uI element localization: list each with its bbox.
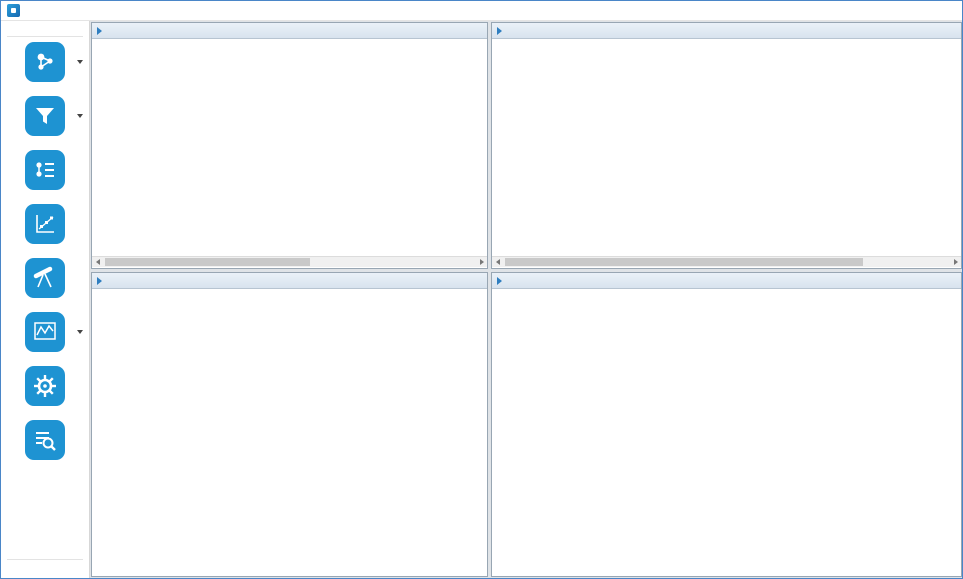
collapse-arrow-icon[interactable] xyxy=(97,27,102,35)
horizontal-scrollbar[interactable] xyxy=(492,256,961,267)
calibration-curve xyxy=(492,289,961,575)
tool-audit-trail[interactable] xyxy=(1,418,89,472)
collapse-arrow-icon[interactable] xyxy=(97,277,102,285)
app-icon xyxy=(7,4,20,17)
compound-info-panel xyxy=(91,272,488,577)
sidebar-bottom xyxy=(1,556,89,578)
sidebar xyxy=(1,21,90,578)
compound-info-icon xyxy=(25,150,65,190)
panel-header[interactable] xyxy=(492,23,961,39)
window-body xyxy=(1,21,962,578)
tool-compound-info[interactable] xyxy=(1,148,89,202)
chevron-down-icon[interactable] xyxy=(77,60,83,64)
panel-header[interactable] xyxy=(492,273,961,289)
horizontal-scrollbar[interactable] xyxy=(92,256,487,267)
chromatogram xyxy=(92,289,487,575)
tool-compound[interactable] xyxy=(1,40,89,94)
app-window xyxy=(0,0,963,579)
scroll-track[interactable] xyxy=(103,257,476,267)
chevron-down-icon[interactable] xyxy=(77,330,83,334)
qc-chart-icon xyxy=(25,312,65,352)
scroll-track[interactable] xyxy=(503,257,950,267)
gear-icon xyxy=(25,366,65,406)
chevron-down-icon[interactable] xyxy=(77,114,83,118)
tool-calibration-curve[interactable] xyxy=(1,202,89,256)
tool-settings[interactable] xyxy=(1,364,89,418)
window-controls xyxy=(872,1,962,20)
calibration-curve-panel xyxy=(491,272,962,577)
main-area xyxy=(90,21,962,578)
quant-results-panel xyxy=(491,22,962,269)
molecule-icon xyxy=(25,42,65,82)
panel-header[interactable] xyxy=(92,23,487,39)
scroll-thumb[interactable] xyxy=(105,258,310,266)
scroll-left-button[interactable] xyxy=(92,257,103,267)
filter-icon xyxy=(25,96,65,136)
telescope-icon xyxy=(25,258,65,298)
titlebar xyxy=(1,1,962,21)
divider xyxy=(7,559,83,560)
scroll-thumb[interactable] xyxy=(505,258,863,266)
minimize-button[interactable] xyxy=(872,1,902,20)
scroll-left-button[interactable] xyxy=(492,257,503,267)
panel-header[interactable] xyxy=(92,273,487,289)
scroll-right-button[interactable] xyxy=(476,257,487,267)
close-button[interactable] xyxy=(932,1,962,20)
divider xyxy=(7,36,83,37)
sample-list-panel xyxy=(91,22,488,269)
tool-monitor[interactable] xyxy=(1,256,89,310)
tool-qc-chart[interactable] xyxy=(1,310,89,364)
tool-all-filter[interactable] xyxy=(1,94,89,148)
calibration-curve-icon xyxy=(25,204,65,244)
audit-trail-icon xyxy=(25,420,65,460)
collapse-arrow-icon[interactable] xyxy=(497,27,502,35)
scroll-right-button[interactable] xyxy=(950,257,961,267)
sidebar-menu-report[interactable] xyxy=(1,571,89,575)
collapse-arrow-icon[interactable] xyxy=(497,277,502,285)
maximize-button[interactable] xyxy=(902,1,932,20)
sidebar-menu-display[interactable] xyxy=(1,29,89,33)
